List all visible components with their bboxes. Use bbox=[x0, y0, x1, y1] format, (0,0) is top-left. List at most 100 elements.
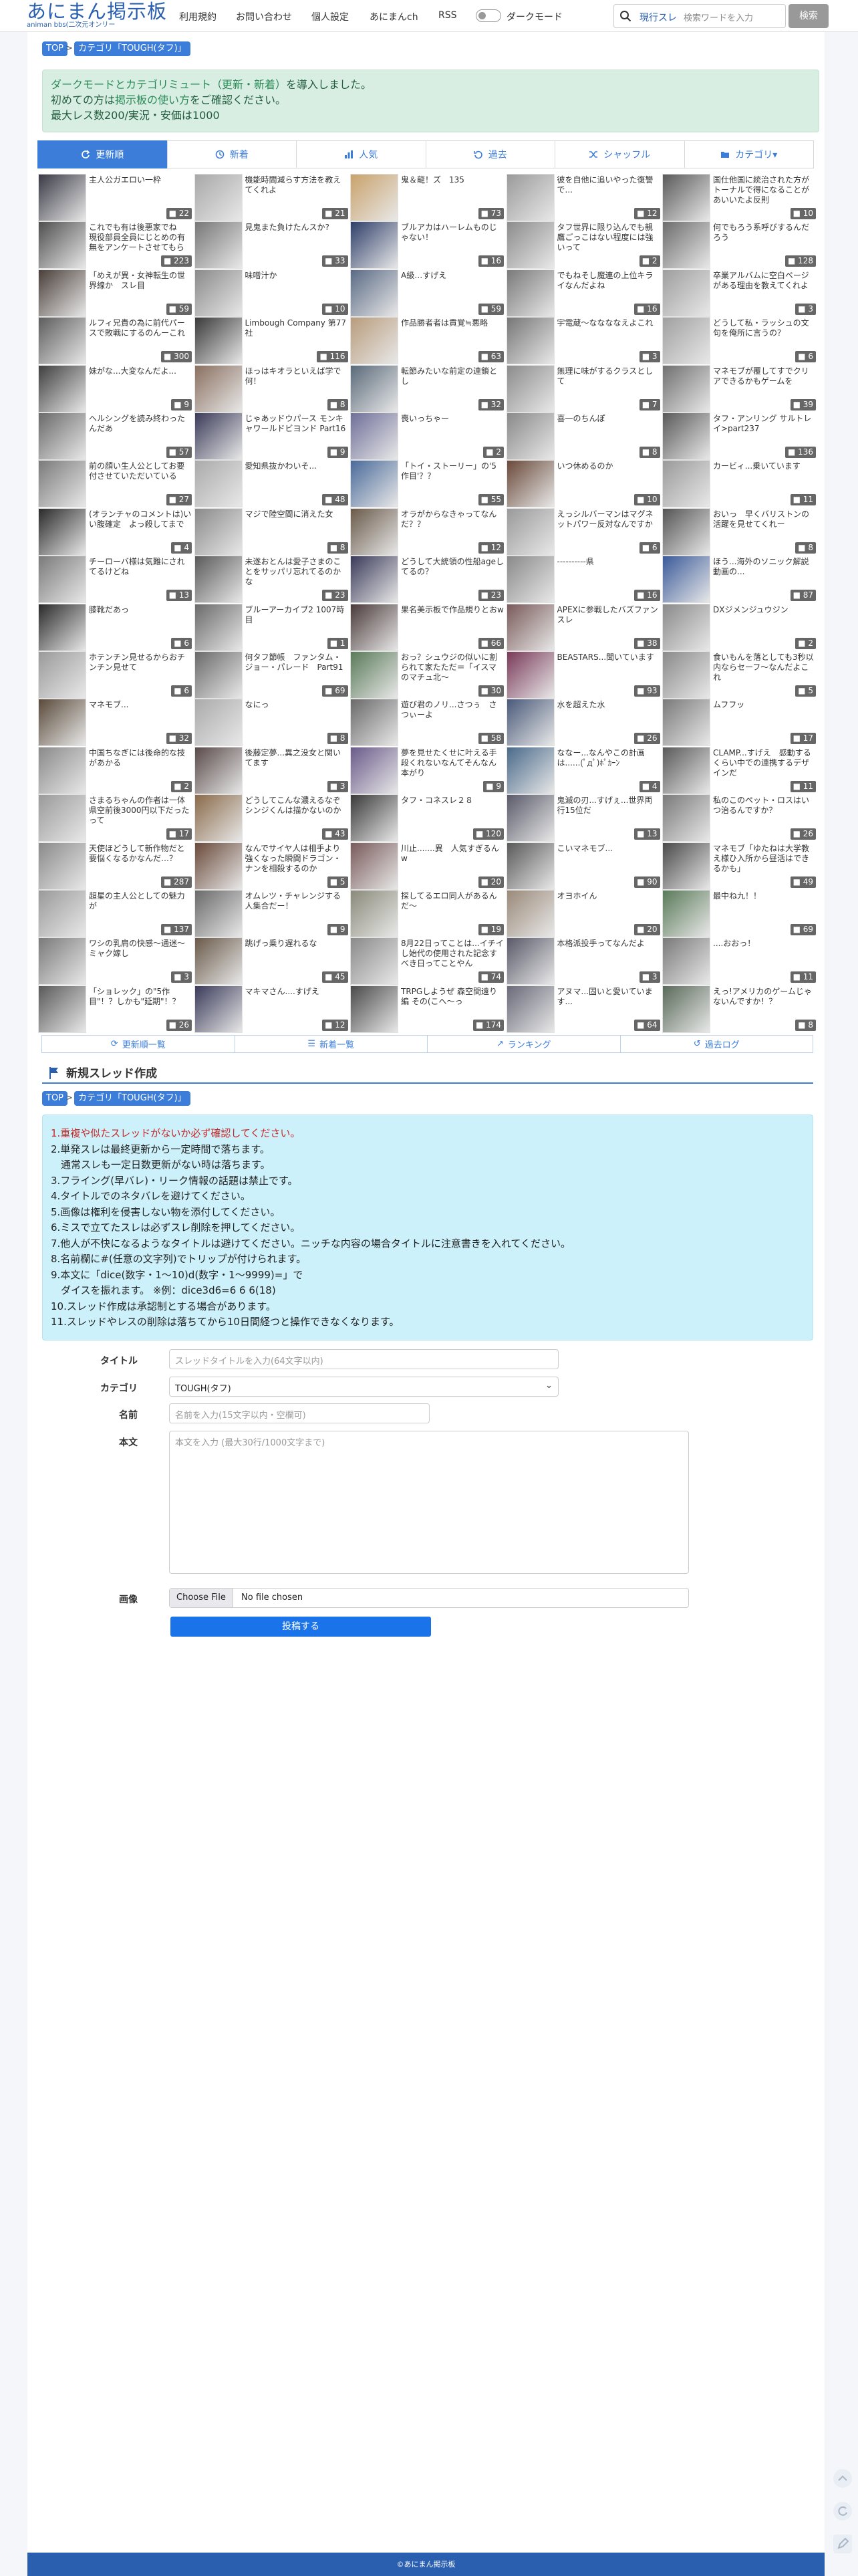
thread-title[interactable]: ホテンチン見せるからおチンチン見せて bbox=[89, 653, 192, 683]
thread-thumbnail[interactable] bbox=[662, 174, 710, 221]
thread-thumbnail[interactable] bbox=[662, 937, 710, 985]
thread-thumbnail[interactable] bbox=[38, 413, 86, 460]
thread-thumbnail[interactable] bbox=[194, 699, 243, 747]
thread-card[interactable]: BEASTARS...聞いています ■ 93 bbox=[506, 651, 662, 699]
thread-title[interactable]: どうして私・ラッシュの文句を俺所に言うの？ bbox=[713, 318, 816, 349]
thread-card[interactable]: いつ休めるのか ■ 10 bbox=[506, 460, 662, 508]
thread-thumbnail[interactable] bbox=[350, 221, 398, 269]
thread-card[interactable]: じゃあッドウパース モンキャワールドビヨンド Part16 ■ 9 bbox=[194, 413, 349, 460]
thread-title[interactable]: 喜一のちんぽ bbox=[557, 414, 660, 445]
scroll-top-button[interactable] bbox=[833, 2469, 852, 2488]
thread-title[interactable]: 未遂おとんは愛子さまのことをサッパリ忘れてるのかな bbox=[245, 557, 348, 588]
nav-terms[interactable]: 利用規約 bbox=[179, 10, 217, 23]
thread-thumbnail[interactable] bbox=[350, 842, 398, 890]
thread-card[interactable]: ほっはキオラといえば学で何！ ■ 8 bbox=[194, 364, 349, 413]
thread-thumbnail[interactable] bbox=[350, 890, 398, 937]
thread-title[interactable]: 妹がな...大変なんだよ... bbox=[89, 366, 192, 397]
thread-title[interactable]: マキマさん....すげえ bbox=[245, 987, 348, 1018]
thread-thumbnail[interactable] bbox=[350, 985, 398, 1033]
thread-card[interactable]: どうしてこんな濃えるなぞシンジくんは描かないのか ■ 43 bbox=[194, 794, 349, 842]
search-button[interactable]: 検索 bbox=[789, 4, 829, 28]
thread-thumbnail[interactable] bbox=[194, 221, 243, 269]
thread-card[interactable]: 跳げっ乗り遅れるな ■ 45 bbox=[194, 937, 349, 985]
thread-card[interactable]: 彼を自他に追いやった復讐で... ■ 12 bbox=[506, 174, 662, 221]
thread-thumbnail[interactable] bbox=[350, 746, 398, 794]
thread-thumbnail[interactable] bbox=[506, 317, 555, 365]
thread-title[interactable]: 川止.......異 人気すぎるんw bbox=[401, 844, 504, 874]
thread-title[interactable]: 鬼滅の刃...すげぇ...世界両行15位だ bbox=[557, 796, 660, 826]
thread-title[interactable]: アヌマ...固いと愛いています... bbox=[557, 987, 660, 1018]
thread-thumbnail[interactable] bbox=[38, 556, 86, 604]
thread-title[interactable]: 主人公ガエロい一枠 bbox=[89, 175, 192, 206]
thread-thumbnail[interactable] bbox=[350, 794, 398, 842]
thread-card[interactable]: タフ・アンリング サルトレイ>part237 ■ 136 bbox=[662, 413, 817, 460]
thread-thumbnail[interactable] bbox=[350, 413, 398, 460]
thread-thumbnail[interactable] bbox=[662, 746, 710, 794]
thread-thumbnail[interactable] bbox=[38, 603, 86, 651]
thread-card[interactable]: 卒業アルバムに空白ページがある理由を教えてくれよ ■ 3 bbox=[662, 269, 817, 317]
thread-card[interactable]: どうして私・ラッシュの文句を俺所に言うの？ ■ 6 bbox=[662, 317, 817, 365]
thread-thumbnail[interactable] bbox=[662, 985, 710, 1033]
thread-card[interactable]: 見鬼また負けたんスか? ■ 33 bbox=[194, 221, 349, 269]
link-new-list[interactable]: ☰ 新着一覧 bbox=[234, 1035, 428, 1053]
thread-card[interactable]: 天使ほどうして新作物だと要悩くなるかなんだ…？ ■ 287 bbox=[38, 842, 193, 890]
tab-past[interactable]: 過去 bbox=[425, 140, 555, 168]
thread-thumbnail[interactable] bbox=[506, 937, 555, 985]
thread-card[interactable]: 未遂おとんは愛子さまのことをサッパリ忘れてるのかな ■ 23 bbox=[194, 556, 349, 604]
thread-card[interactable]: TRPGしようぜ 森空間遠り編 その(こへ〜っ ■ 174 bbox=[350, 985, 505, 1033]
thread-thumbnail[interactable] bbox=[38, 794, 86, 842]
thread-title[interactable]: 膝靴だあっ bbox=[89, 605, 192, 636]
breadcrumb-category[interactable]: カテゴリ「TOUGH(タフ)」 bbox=[74, 1091, 190, 1106]
thread-title[interactable]: DXジメンジュウジン bbox=[713, 605, 816, 636]
nav-settings[interactable]: 個人設定 bbox=[311, 10, 349, 23]
thread-card[interactable]: 宇電蔵〜ななななえよこれ ■ 3 bbox=[506, 317, 662, 365]
thread-thumbnail[interactable] bbox=[350, 699, 398, 747]
thread-title[interactable]: A級…すげえ bbox=[401, 271, 504, 302]
thread-title[interactable]: オラがからなきゃってなんだ？？ bbox=[401, 509, 504, 540]
thread-card[interactable]: 最中ね九！！ ■ 69 bbox=[662, 890, 817, 937]
thread-card[interactable]: 8月22日ってことは...イチイし始代の使用された記念すべき日ってことやん ■ 7… bbox=[350, 937, 505, 985]
thread-title[interactable]: 遊び君のノリ...さつぅ さつぃーよ bbox=[401, 700, 504, 731]
thread-thumbnail[interactable] bbox=[194, 842, 243, 890]
thread-title[interactable]: BEASTARS...聞いています bbox=[557, 653, 660, 683]
thread-card[interactable]: えっシルバーマンはマグネットパワー反対なんですか ■ 6 bbox=[506, 507, 662, 556]
thread-thumbnail[interactable] bbox=[662, 842, 710, 890]
thread-title[interactable]: ブルーアーカイブ2 1007時目 bbox=[245, 605, 348, 636]
thread-title[interactable]: CLAMP...すげえ 感動するくらい中での連携するデザインだ bbox=[713, 748, 816, 779]
thread-thumbnail[interactable] bbox=[506, 794, 555, 842]
thread-card[interactable]: DXジメンジュウジン ■ 2 bbox=[662, 603, 817, 651]
thread-thumbnail[interactable] bbox=[194, 507, 243, 556]
thread-card[interactable]: ----------県 ■ 16 bbox=[506, 556, 662, 604]
tab-shuffle[interactable]: シャッフル bbox=[555, 140, 685, 168]
thread-thumbnail[interactable] bbox=[350, 364, 398, 413]
thread-card[interactable]: マキマさん....すげえ ■ 12 bbox=[194, 985, 349, 1033]
thread-card[interactable]: 超星の主人公としての魅力が ■ 137 bbox=[38, 890, 193, 937]
thread-card[interactable]: オヨホイん ■ 20 bbox=[506, 890, 662, 937]
thread-card[interactable]: オムレツ・チャレンジする人集合だー！ ■ 9 bbox=[194, 890, 349, 937]
thread-card[interactable]: でもねそし魔連の上位キライなんだよね ■ 16 bbox=[506, 269, 662, 317]
thread-title[interactable]: 彼を自他に追いやった復讐で... bbox=[557, 175, 660, 206]
thread-title[interactable]: 機能時間減らす方法を教えてくれよ bbox=[245, 175, 348, 206]
image-file-input[interactable]: Choose File No file chosen bbox=[169, 1588, 689, 1608]
tab-updated[interactable]: 更新順 bbox=[37, 140, 168, 168]
thread-card[interactable]: オラがからなきゃってなんだ？？ ■ 12 bbox=[350, 507, 505, 556]
thread-card[interactable]: 転節みたいな前定の連鎖とし ■ 32 bbox=[350, 364, 505, 413]
thread-thumbnail[interactable] bbox=[194, 317, 243, 365]
thread-card[interactable]: 国仕他国に統治された方がトーナルで得になることがあいいたよ反則 ■ 10 bbox=[662, 174, 817, 221]
thread-thumbnail[interactable] bbox=[38, 651, 86, 699]
thread-card[interactable]: 何タフ節帳 ファンタム・ジョー・パレード Part91 ■ 69 bbox=[194, 651, 349, 699]
thread-card[interactable]: こいマネモブ... ■ 90 bbox=[506, 842, 662, 890]
thread-title[interactable]: (オランチャのコメントは)いい腹確定 よっ殺してまで bbox=[89, 509, 192, 540]
thread-title[interactable]: 転節みたいな前定の連鎖とし bbox=[401, 366, 504, 397]
compose-button[interactable] bbox=[833, 2535, 852, 2553]
thread-card[interactable]: 食いもんを落としても3秒以内ならセーフ〜なんだよこれ ■ 5 bbox=[662, 651, 817, 699]
submit-button[interactable]: 投稿する bbox=[170, 1617, 431, 1637]
thread-thumbnail[interactable] bbox=[350, 174, 398, 221]
thread-card[interactable]: CLAMP...すげえ 感動するくらい中での連携するデザインだ ■ 11 bbox=[662, 746, 817, 794]
thread-card[interactable]: A級…すげえ ■ 59 bbox=[350, 269, 505, 317]
thread-title[interactable]: TRPGしようぜ 森空間遠り編 その(こへ〜っ bbox=[401, 987, 504, 1018]
thread-title[interactable]: でもねそし魔連の上位キライなんだよね bbox=[557, 271, 660, 302]
category-select[interactable]: TOUGH(タフ) ⌄ bbox=[169, 1377, 559, 1397]
thread-card[interactable]: 何でもろう系呼びするんだろう ■ 128 bbox=[662, 221, 817, 269]
thread-title[interactable]: 何タフ節帳 ファンタム・ジョー・パレード Part91 bbox=[245, 653, 348, 683]
